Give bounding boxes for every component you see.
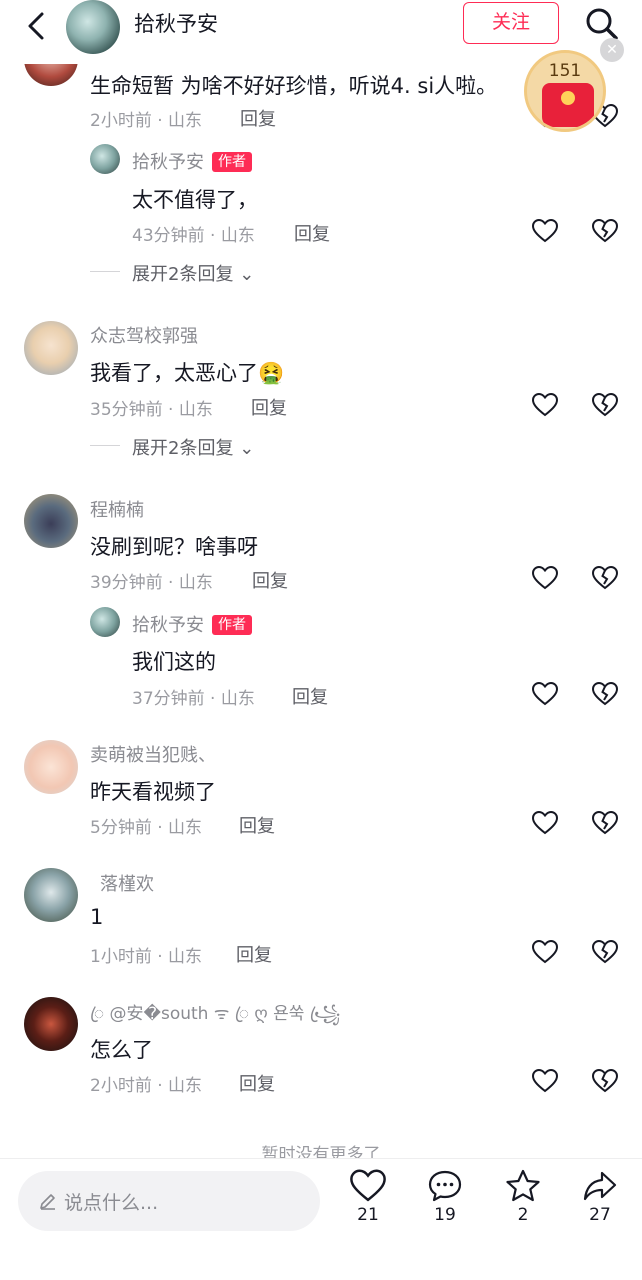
- star-icon: [506, 1169, 540, 1202]
- reply-button[interactable]: 回复: [252, 567, 288, 593]
- reply-text[interactable]: 太不值得了，: [132, 184, 258, 214]
- broken-heart-icon[interactable]: [592, 940, 618, 964]
- coin-icon: [561, 91, 575, 105]
- page-title: 拾秋予安: [134, 12, 218, 36]
- heart-icon[interactable]: [532, 566, 558, 590]
- expand-replies-button[interactable]: 展开2条回复 ⌄: [132, 434, 254, 460]
- chevron-down-icon: ⌄: [239, 438, 255, 459]
- reply-button[interactable]: 回复: [240, 105, 276, 131]
- reply-button[interactable]: 回复: [292, 683, 328, 709]
- divider: [90, 445, 120, 446]
- comment-text[interactable]: 昨天看视频了: [90, 776, 216, 806]
- pencil-icon: [40, 1194, 55, 1210]
- reply-text[interactable]: 我们这的: [132, 646, 216, 676]
- back-icon[interactable]: [18, 6, 58, 46]
- favorite-count: 2: [517, 1205, 529, 1225]
- broken-heart-icon[interactable]: [592, 219, 618, 243]
- broken-heart-icon[interactable]: [592, 682, 618, 706]
- reply-meta: 43分钟前 · 山东: [132, 226, 255, 246]
- comment-input[interactable]: 说点什么...: [18, 1171, 320, 1231]
- commenter-name[interactable]: 程楠楠: [90, 496, 144, 522]
- author-badge: 作者: [212, 152, 252, 172]
- reply-avatar[interactable]: [90, 144, 120, 174]
- reply-button[interactable]: 回复: [236, 941, 272, 967]
- reply-button[interactable]: 回复: [239, 812, 275, 838]
- comment-meta: 1小时前 · 山东: [90, 947, 203, 967]
- comment-text[interactable]: 怎么了: [90, 1034, 153, 1064]
- heart-icon[interactable]: [532, 219, 558, 243]
- comment-meta: 2小时前 · 山东: [90, 1076, 203, 1096]
- commenter-name[interactable]: 落槿欢: [100, 870, 154, 896]
- broken-heart-icon[interactable]: [592, 566, 618, 590]
- commenter-name[interactable]: 卖萌被当犯贱、: [90, 741, 216, 767]
- input-placeholder: 说点什么...: [64, 1192, 159, 1214]
- close-icon[interactable]: ✕: [600, 38, 624, 62]
- comment-text[interactable]: 生命短暂 为啥不好好珍惜，听说4. si人啦。: [90, 70, 497, 100]
- red-packet-icon: [542, 83, 594, 127]
- like-action[interactable]: 21: [338, 1169, 398, 1225]
- chevron-down-icon: ⌄: [239, 264, 255, 285]
- no-more-text: 暂时没有更多了: [261, 1145, 381, 1160]
- heart-icon[interactable]: [532, 682, 558, 706]
- red-packet-count: 151: [548, 61, 582, 81]
- comment-meta: 5分钟前 · 山东: [90, 818, 203, 838]
- comment-meta: 39分钟前 · 山东: [90, 573, 213, 593]
- share-action[interactable]: 27: [570, 1169, 630, 1225]
- comment-text[interactable]: 1: [90, 905, 103, 929]
- comment-text[interactable]: 我看了，太恶心了🤮: [90, 357, 284, 387]
- favorite-action[interactable]: 2: [493, 1169, 553, 1225]
- author-avatar[interactable]: [66, 0, 120, 54]
- red-packet-widget[interactable]: 151: [524, 50, 606, 132]
- share-count: 27: [589, 1205, 611, 1225]
- comment-icon: [428, 1170, 462, 1202]
- reply-button[interactable]: 回复: [251, 394, 287, 420]
- divider: [90, 271, 120, 272]
- heart-icon[interactable]: [532, 811, 558, 835]
- commenter-avatar[interactable]: [24, 997, 78, 1051]
- commenter-avatar[interactable]: [24, 321, 78, 375]
- share-arrow-icon: [583, 1171, 617, 1201]
- commenter-avatar[interactable]: [24, 494, 78, 548]
- commenter-avatar[interactable]: [24, 740, 78, 794]
- commenter-name[interactable]: ꦿ @安�south ᯤ ꦿ ღ 욘쑥 ꧁ꦿ: [90, 999, 340, 1035]
- comment-count: 19: [434, 1205, 456, 1225]
- broken-heart-icon[interactable]: [592, 393, 618, 417]
- heart-icon: [350, 1169, 386, 1202]
- heart-icon[interactable]: [532, 1069, 558, 1093]
- reply-author-name: 拾秋予安 作者: [132, 148, 252, 174]
- author-badge: 作者: [212, 615, 252, 635]
- comment-text[interactable]: 没刷到呢？啥事呀: [90, 531, 258, 561]
- broken-heart-icon[interactable]: [592, 1069, 618, 1093]
- reply-author-name: 拾秋予安 作者: [132, 611, 252, 637]
- heart-icon[interactable]: [532, 393, 558, 417]
- comment-meta: 2小时前 · 山东: [90, 111, 203, 131]
- comment-action[interactable]: 19: [415, 1169, 475, 1225]
- expand-replies-button[interactable]: 展开2条回复 ⌄: [132, 260, 254, 286]
- commenter-avatar[interactable]: [24, 868, 78, 922]
- broken-heart-icon[interactable]: [592, 811, 618, 835]
- commenter-name[interactable]: 众志驾校郭强: [90, 322, 198, 348]
- like-count: 21: [357, 1205, 379, 1225]
- heart-icon[interactable]: [532, 940, 558, 964]
- follow-button[interactable]: 关注: [463, 2, 559, 44]
- comment-meta: 35分钟前 · 山东: [90, 400, 213, 420]
- reply-avatar[interactable]: [90, 607, 120, 637]
- reply-button[interactable]: 回复: [294, 220, 330, 246]
- bottom-bar: 说点什么... 21 19 2 27: [0, 1158, 642, 1280]
- reply-meta: 37分钟前 · 山东: [132, 689, 255, 709]
- reply-button[interactable]: 回复: [239, 1070, 275, 1096]
